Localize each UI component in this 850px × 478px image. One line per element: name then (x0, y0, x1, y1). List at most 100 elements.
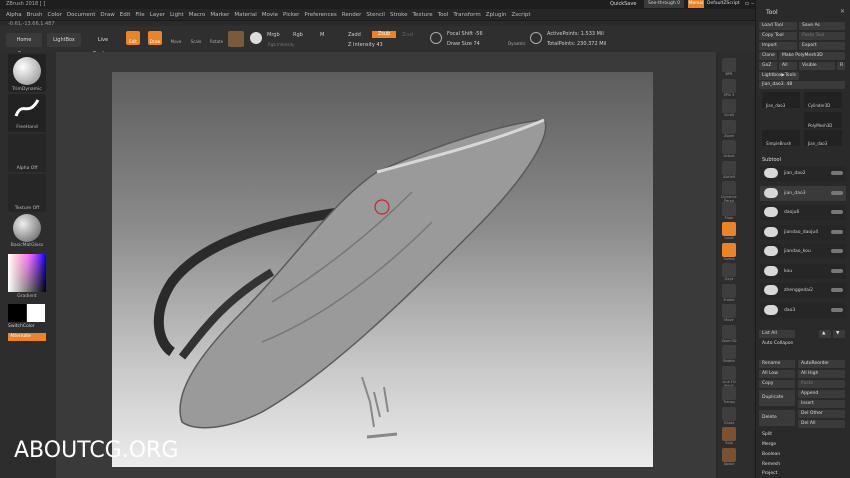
tool-thumb[interactable]: SimpleBrush (762, 130, 800, 146)
del-all-button[interactable]: Del All (798, 420, 845, 428)
quicksave-button[interactable]: QuickSave (610, 1, 636, 7)
focal-shift-slider[interactable]: Focal Shift -56 (447, 31, 483, 37)
tool-thumb[interactable]: Jian_dao3 (762, 92, 800, 108)
subtool-item[interactable]: jian_dao3 (760, 185, 846, 201)
tool-thumb[interactable]: Jian_dao3 (804, 130, 842, 146)
auto-reorder-button[interactable]: AutoReorder (798, 360, 845, 368)
menu-item-color[interactable]: Color (48, 12, 62, 18)
save-as-button[interactable]: Save As (799, 22, 845, 30)
subtool-item[interactable]: kou (760, 263, 846, 279)
arrow-down-icon[interactable]: ▼ (833, 330, 845, 338)
see-through-slider[interactable]: See-through 0 (644, 0, 684, 8)
auto-collapse-button[interactable]: Auto Collapse (759, 340, 799, 348)
mrgb-button[interactable]: Mrgb (267, 32, 280, 38)
menu-item-stroke[interactable]: Stroke (390, 12, 408, 18)
subtool-item[interactable]: daoju6 (760, 205, 846, 220)
copy-tool-button[interactable]: Copy Tool (759, 32, 797, 40)
make-polymesh-button[interactable]: Make PolyMesh3D (779, 52, 845, 60)
copy-subtool-button[interactable]: Copy (759, 380, 795, 388)
menu-item-brush[interactable]: Brush (27, 12, 43, 18)
split-section[interactable]: Split (759, 431, 845, 439)
eye-icon[interactable] (831, 268, 843, 273)
shelf-spix-3-icon[interactable] (722, 78, 736, 93)
current-tool-slider[interactable]: Jian_dao3. 48 (759, 81, 845, 89)
dynamic-button[interactable]: Dynamic (508, 41, 526, 46)
shelf-bpr-icon[interactable] (722, 58, 736, 72)
subtool-item[interactable]: zhenggedai2 (760, 283, 846, 298)
lightbox-tools-button[interactable]: Lightbox▶Tools (759, 72, 799, 80)
menu-item-movie[interactable]: Movie (262, 12, 278, 18)
menu-item-transform[interactable]: Transform (453, 12, 480, 18)
live-boolean-button[interactable]: Live Boolean (86, 33, 120, 57)
rgb-intensity-slider[interactable]: Rgb Intensity (268, 42, 295, 47)
all-button[interactable]: All (779, 62, 797, 70)
insert-button[interactable]: Insert (798, 400, 845, 408)
subtool-header[interactable]: Subtool (762, 157, 781, 163)
default-zscript-button[interactable]: DefaultZScript (707, 1, 740, 6)
color-picker[interactable] (8, 254, 46, 292)
menu-item-alpha[interactable]: Alpha (6, 12, 22, 18)
menu-item-draw[interactable]: Draw (100, 12, 114, 18)
switch-color-button[interactable]: SwitchColor (8, 324, 35, 329)
menu-item-document[interactable]: Document (67, 12, 96, 18)
secondary-color-swatch[interactable] (27, 304, 45, 322)
remesh-section[interactable]: Remesh (759, 461, 845, 469)
menu-item-macro[interactable]: Macro (189, 12, 206, 18)
shelf-floor-icon[interactable] (722, 201, 736, 216)
edit-button[interactable]: Edit (126, 31, 140, 45)
menu-item-texture[interactable]: Texture (413, 12, 433, 18)
menu-item-tool[interactable]: Tool (438, 12, 449, 18)
goz-button[interactable]: GoZ (759, 62, 777, 70)
subtool-item[interactable]: jian_dao2 (760, 166, 846, 181)
rotate-button[interactable]: Rotate (210, 32, 223, 44)
load-tool-button[interactable]: Load Tool (759, 22, 797, 30)
list-all-button[interactable]: List All (759, 330, 795, 338)
scale-button[interactable]: Scale (190, 32, 202, 44)
shelf-frame-icon[interactable] (722, 283, 736, 298)
subtool-item[interactable]: jiandao_kou (760, 244, 846, 259)
arrow-up-icon[interactable]: ▲ (819, 330, 831, 338)
shelf-local-icon[interactable] (722, 222, 736, 236)
menu-item-render[interactable]: Render (342, 12, 362, 18)
tool-thumb[interactable]: PolyMesh3D (804, 112, 842, 128)
rgb-button[interactable]: Rgb (293, 32, 303, 38)
import-button[interactable]: Import (759, 42, 797, 50)
viewport-canvas[interactable] (112, 72, 653, 467)
shelf-solo-icon[interactable] (722, 427, 736, 441)
all-low-button[interactable]: All Low (759, 370, 795, 378)
append-button[interactable]: Append (798, 390, 845, 398)
draw-size-slider[interactable]: Draw Size 74 (447, 41, 480, 47)
shelf-ghost-icon[interactable] (722, 406, 736, 421)
shelf-aahalf-icon[interactable] (722, 160, 736, 175)
boolean-section[interactable]: Boolean (759, 451, 845, 459)
menu-item-zscript[interactable]: Zscript (511, 12, 530, 18)
panel-close-icon[interactable]: ✕ (840, 8, 845, 15)
duplicate-button[interactable]: Duplicate (759, 390, 795, 406)
shelf-qxyz-icon[interactable] (722, 263, 736, 277)
rename-button[interactable]: Rename (759, 360, 795, 368)
menu-item-file[interactable]: File (135, 12, 144, 18)
menu-item-stencil[interactable]: Stencil (366, 12, 385, 18)
r-button[interactable]: R (837, 62, 845, 70)
menu-item-light[interactable]: Light (170, 12, 184, 18)
menu-item-edit[interactable]: Edit (120, 12, 131, 18)
eye-icon[interactable] (831, 210, 843, 214)
eye-icon[interactable] (831, 229, 843, 234)
menu-item-marker[interactable]: Marker (210, 12, 229, 18)
z-intensity-slider[interactable]: Z Intensity 43 (348, 42, 383, 48)
main-color-swatch[interactable] (8, 304, 26, 322)
eye-icon[interactable] (831, 288, 843, 292)
alternate-button[interactable]: Alternate (8, 333, 46, 341)
subtool-item[interactable]: jiandao_daoju4 (760, 224, 846, 240)
export-button[interactable]: Export (799, 42, 845, 50)
paste-tool-button[interactable]: Paste Tool (799, 32, 845, 40)
shelf-rotate-icon[interactable] (722, 345, 736, 359)
eye-icon[interactable] (831, 171, 843, 175)
eye-icon[interactable] (831, 249, 843, 253)
delete-button[interactable]: Delete (759, 410, 795, 426)
color-mode-icon[interactable] (250, 32, 262, 44)
move-button[interactable]: Move (170, 32, 182, 44)
zsub-button[interactable]: Zsub (372, 31, 396, 38)
subtool-item[interactable]: dao3 (760, 302, 846, 318)
clone-button[interactable]: Clone (759, 52, 777, 60)
